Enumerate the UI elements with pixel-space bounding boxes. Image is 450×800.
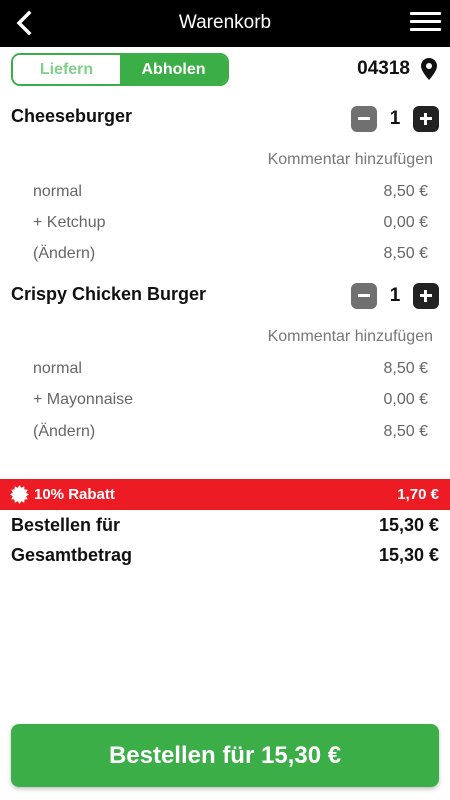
option-price: 8,50 €	[383, 183, 428, 200]
order-for-label: Bestellen für	[11, 515, 121, 535]
discount-badge-icon	[10, 485, 29, 504]
order-for-value: 15,30 €	[378, 515, 439, 535]
item-option-row[interactable]: (Ändern) 8,50 €	[33, 245, 428, 267]
total-label: Gesamtbetrag	[11, 545, 133, 565]
quantity-stepper: 1	[351, 106, 439, 132]
item-option-row: + Mayonnaise 0,00 €	[33, 391, 428, 413]
quantity-stepper: 1	[351, 283, 439, 309]
decrease-quantity-button[interactable]	[351, 283, 377, 309]
option-label: normal	[33, 360, 82, 377]
increase-quantity-button[interactable]	[413, 106, 439, 132]
option-price: 8,50 €	[383, 245, 428, 262]
option-price: 8,50 €	[383, 423, 428, 440]
page-title: Warenkorb	[178, 12, 272, 33]
item-option-row[interactable]: (Ändern) 8,50 €	[33, 423, 428, 445]
add-comment-link[interactable]: Kommentar hinzufügen	[268, 151, 433, 169]
item-option-row: normal 8,50 €	[33, 183, 428, 205]
cart-item-name: Cheeseburger	[11, 106, 133, 126]
item-option-row: + Ketchup 0,00 €	[33, 214, 428, 236]
decrease-quantity-button[interactable]	[351, 106, 377, 132]
option-label: normal	[33, 183, 82, 200]
add-comment-link[interactable]: Kommentar hinzufügen	[268, 328, 433, 346]
hamburger-icon	[410, 12, 441, 31]
option-label: + Ketchup	[33, 214, 106, 231]
edit-item-link[interactable]: (Ändern)	[33, 423, 95, 441]
increase-quantity-button[interactable]	[413, 283, 439, 309]
discount-label: 10% Rabatt	[34, 486, 115, 503]
option-label: + Mayonnaise	[33, 391, 134, 408]
option-price: 0,00 €	[383, 214, 428, 231]
item-option-row: normal 8,50 €	[33, 360, 428, 382]
delivery-option-abholen[interactable]: Abholen	[120, 55, 227, 84]
menu-button[interactable]	[410, 12, 441, 36]
total-row: Gesamtbetrag 15,30 €	[11, 545, 439, 569]
location-pin-icon[interactable]	[421, 58, 437, 80]
quantity-value: 1	[389, 108, 401, 129]
quantity-value: 1	[389, 285, 401, 306]
option-price: 8,50 €	[383, 360, 428, 377]
postcode-label[interactable]: 04318	[357, 58, 410, 80]
discount-bar: 10% Rabatt 1,70 €	[0, 479, 450, 510]
total-value: 15,30 €	[378, 545, 439, 565]
cart-item-name: Crispy Chicken Burger	[11, 284, 207, 304]
order-for-row: Bestellen für 15,30 €	[11, 515, 439, 539]
delivery-mode-toggle: Liefern Abholen	[11, 53, 229, 86]
top-bar: Warenkorb	[0, 0, 450, 47]
delivery-option-liefern[interactable]: Liefern	[13, 55, 120, 84]
edit-item-link[interactable]: (Ändern)	[33, 245, 95, 263]
discount-value: 1,70 €	[397, 486, 439, 503]
option-price: 0,00 €	[383, 391, 428, 408]
place-order-button[interactable]: Bestellen für 15,30 €	[11, 724, 439, 787]
